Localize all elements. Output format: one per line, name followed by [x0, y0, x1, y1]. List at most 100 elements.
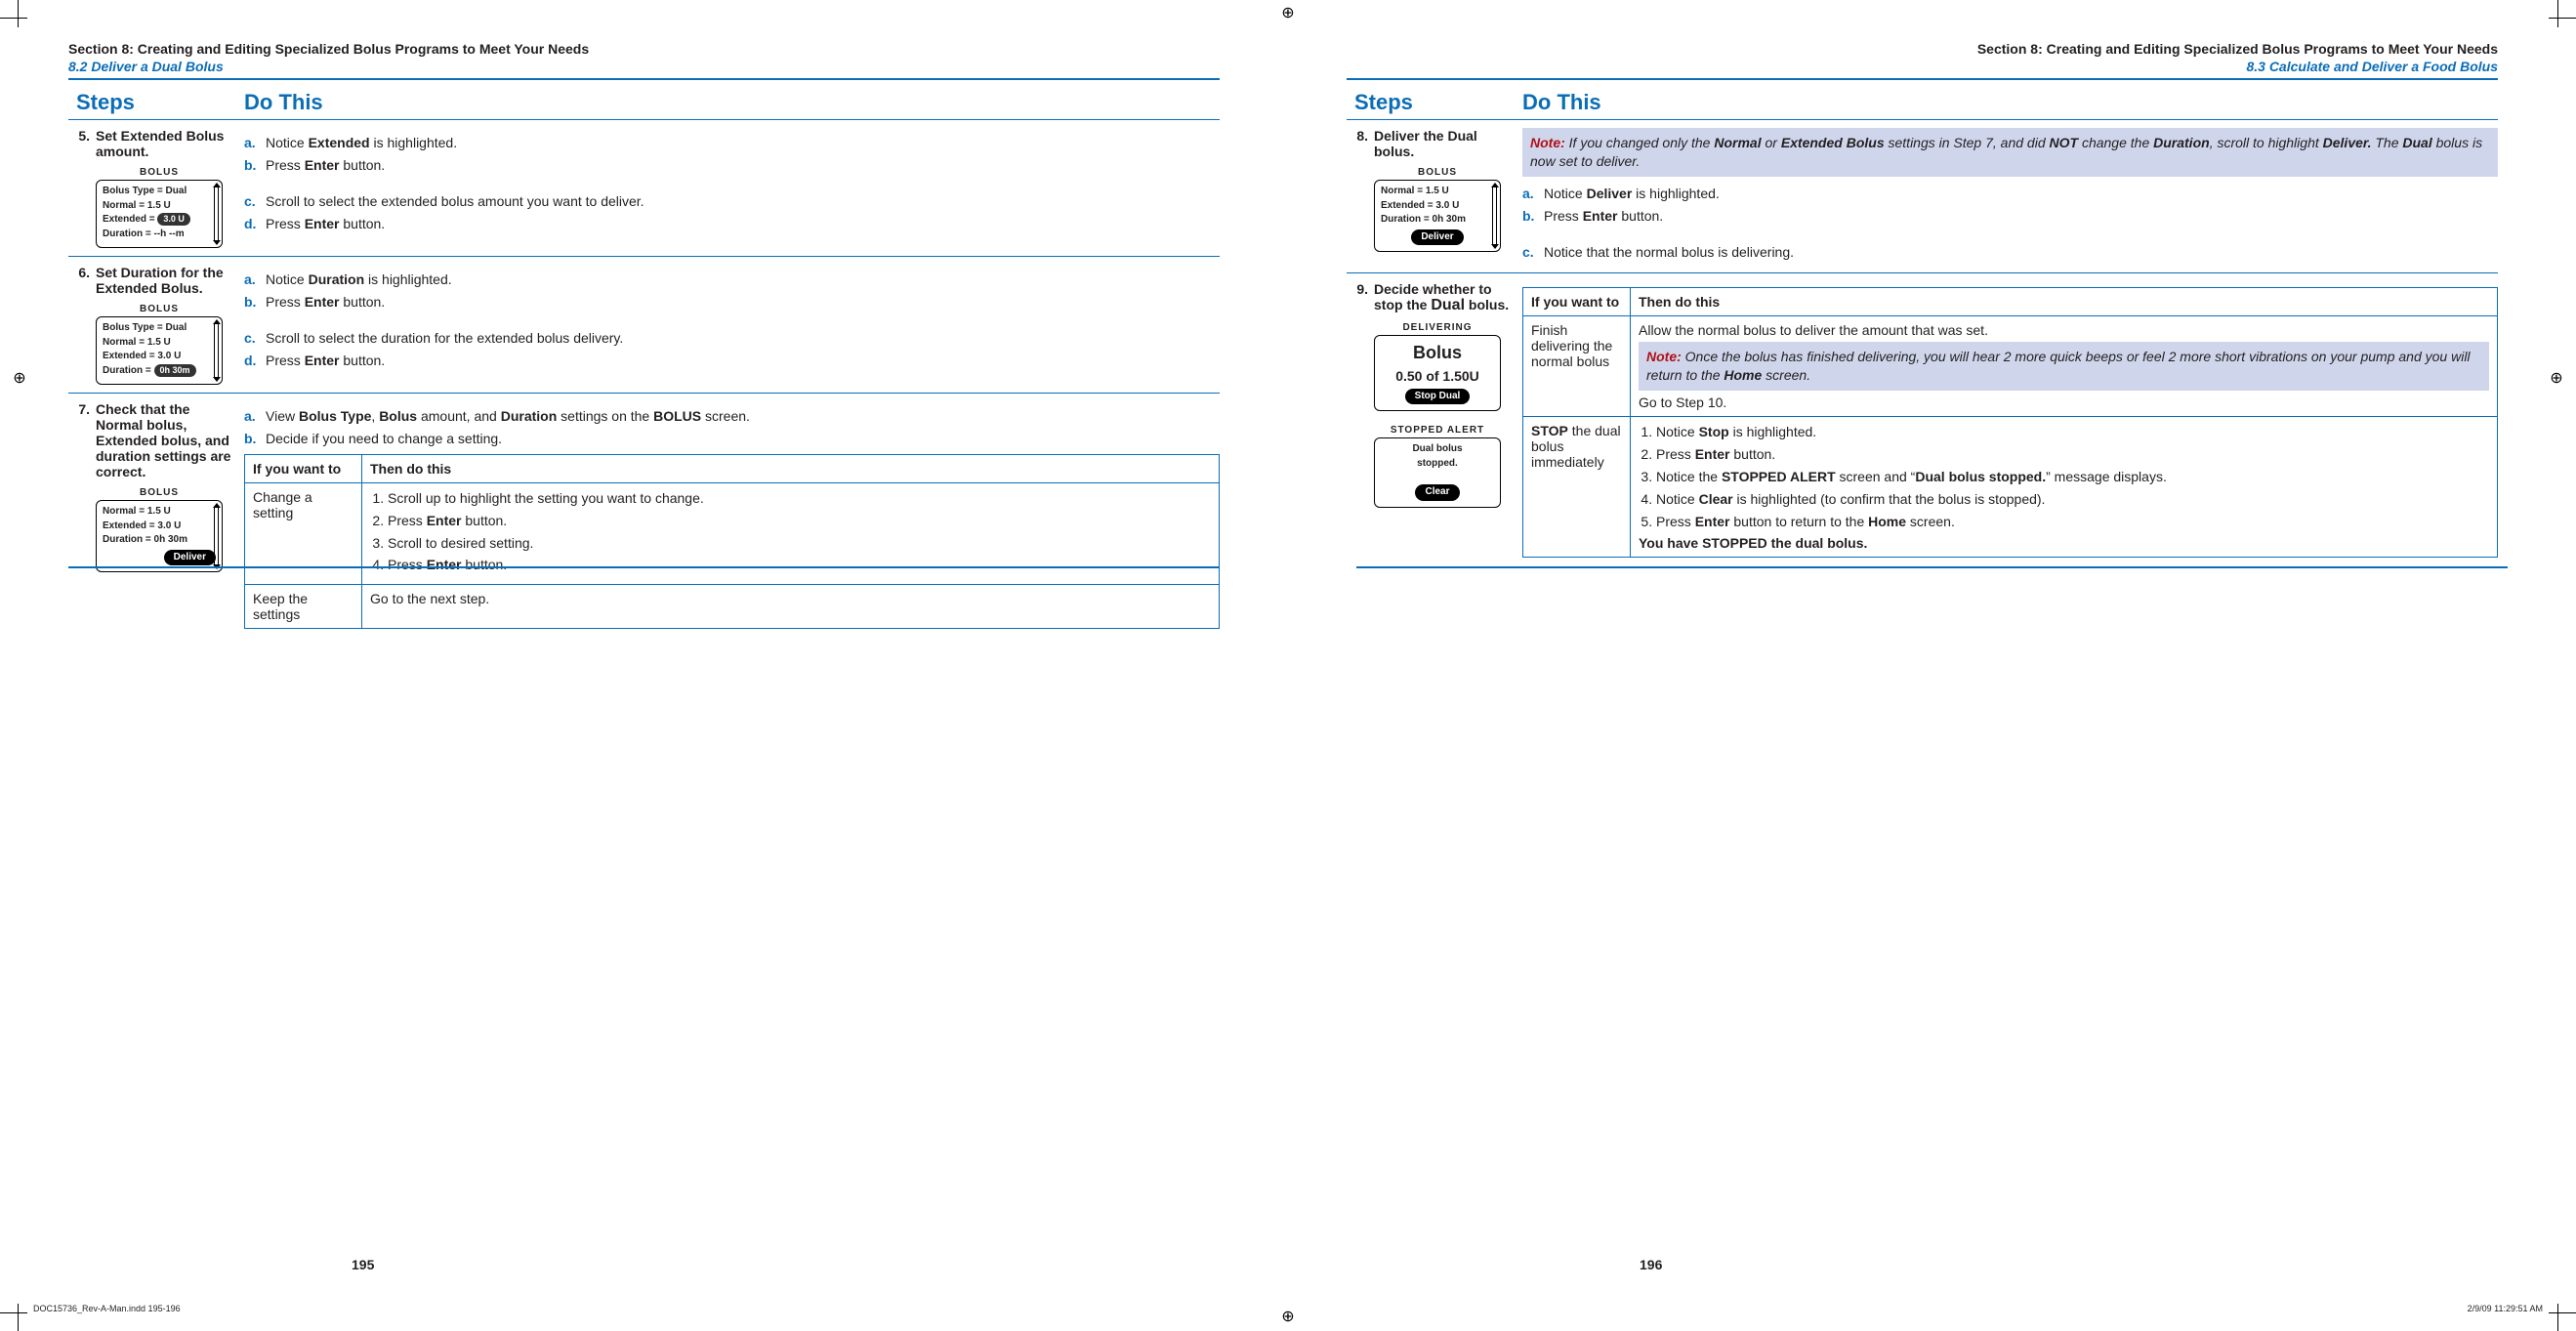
scrollbar-icon — [214, 187, 219, 241]
th-if: If you want to — [1523, 288, 1631, 316]
column-headers: Steps Do This — [68, 84, 1220, 120]
note-text: Once the bolus has finished delivering, … — [1646, 349, 2471, 383]
device-line: Dual bolus — [1381, 442, 1494, 457]
sub-text: Press Enter button. — [266, 293, 1220, 312]
page-number: 196 — [1640, 1257, 1662, 1272]
step-number: 9. — [1347, 279, 1374, 557]
step-label-text: Decide whether to stop the Dual bolus. — [1374, 281, 1509, 312]
device-highlight: 3.0 U — [157, 213, 190, 226]
device-button: Deliver — [1411, 229, 1463, 246]
td-condition: STOP the dual bolus immediately — [1523, 417, 1631, 557]
footer-rule — [68, 566, 1220, 568]
col-steps: Steps — [1347, 90, 1522, 115]
step-number: 8. — [1347, 126, 1374, 265]
device-line: Duration = 0h 30m — [103, 364, 216, 379]
device-title: BOLUS — [96, 487, 223, 498]
col-do-this: Do This — [244, 90, 1220, 115]
step-instructions: Note: If you changed only the Normal or … — [1522, 126, 2498, 265]
note-text: If you changed only the Normal or Extend… — [1530, 135, 2482, 169]
th-then: Then do this — [1631, 288, 2498, 316]
step-label: Decide whether to stop the Dual bolus. D… — [1374, 279, 1522, 557]
page-number: 195 — [352, 1257, 374, 1272]
list-item: Scroll to desired setting. — [388, 534, 1211, 553]
sub-letter: c. — [1522, 243, 1544, 262]
sub-text: Press Enter button. — [266, 156, 1220, 175]
sub-text: Notice that the normal bolus is deliveri… — [1544, 243, 2498, 262]
th-if: If you want to — [245, 454, 362, 482]
list-item: Press Enter button. — [388, 512, 1211, 530]
device-line: Normal = 1.5 U — [1381, 185, 1494, 199]
sub-text: Notice Duration is highlighted. — [266, 270, 1220, 289]
list-item: Scroll up to highlight the setting you w… — [388, 489, 1211, 508]
list-item: Notice the STOPPED ALERT screen and “Dua… — [1656, 468, 2489, 486]
sub-letter: c. — [244, 192, 266, 211]
sub-letter: b. — [1522, 207, 1544, 226]
step-label-text: Set Duration for the Extended Bolus. — [96, 265, 224, 296]
list-item: Press Enter button to return to the Home… — [1656, 513, 2489, 531]
device-title: BOLUS — [96, 304, 223, 314]
sub-text: Press Enter button. — [266, 352, 1220, 370]
step-7: 7. Check that the Normal bolus, Extended… — [68, 394, 1220, 637]
sub-letter: b. — [244, 156, 266, 175]
device-line: 0.50 of 1.50U — [1381, 366, 1494, 386]
sub-letter: b. — [244, 430, 266, 448]
sub-letter: d. — [244, 215, 266, 233]
page-header: Section 8: Creating and Editing Speciali… — [68, 41, 1220, 74]
device-line: Extended = 3.0 U — [103, 520, 216, 534]
subsection-title: 8.2 Deliver a Dual Bolus — [68, 59, 1220, 74]
th-then: Then do this — [362, 454, 1220, 482]
step-instructions: If you want to Then do this Finish deliv… — [1522, 279, 2498, 557]
sub-letter: b. — [244, 293, 266, 312]
sub-letter: a. — [244, 270, 266, 289]
device-title: BOLUS — [1374, 167, 1501, 178]
step-label-text: Deliver the Dual bolus. — [1374, 128, 1477, 159]
sub-letter: a. — [1522, 185, 1544, 203]
device-screen: Normal = 1.5 U Extended = 3.0 U Duration… — [1374, 180, 1501, 252]
sub-text: Press Enter button. — [1544, 207, 2498, 226]
page-spread: ⊕ ⊕ ⊕ ⊕ Section 8: Creating and Editing … — [0, 0, 2576, 1331]
step-label: Set Duration for the Extended Bolus. BOL… — [96, 263, 244, 385]
step-number: 6. — [68, 263, 96, 385]
section-title: Section 8: Creating and Editing Speciali… — [68, 41, 1220, 57]
step-label: Check that the Normal bolus, Extended bo… — [96, 399, 244, 629]
device-screen: Bolus Type = Dual Normal = 1.5 U Extende… — [96, 316, 223, 385]
device-screenshot-delivering: DELIVERING Bolus 0.50 of 1.50U Stop Dual — [1374, 322, 1501, 411]
note-label: Note: — [1530, 135, 1565, 150]
print-timestamp: 2/9/09 11:29:51 AM — [2468, 1304, 2543, 1313]
step-instructions: a.Notice Extended is highlighted. b.Pres… — [244, 126, 1220, 248]
col-steps: Steps — [68, 90, 244, 115]
device-button: Deliver — [164, 550, 216, 566]
sub-text: Notice Deliver is highlighted. — [1544, 185, 2498, 203]
sub-text: View Bolus Type, Bolus amount, and Durat… — [266, 407, 1220, 426]
device-line: Extended = 3.0 U — [103, 213, 216, 228]
device-line: Bolus Type = Dual — [103, 321, 216, 336]
device-title: BOLUS — [96, 167, 223, 178]
scrollbar-icon — [1492, 187, 1497, 245]
action-text: Go to Step 10. — [1639, 395, 2489, 410]
device-button: Clear — [1415, 484, 1459, 501]
scrollbar-icon — [214, 323, 219, 378]
section-title: Section 8: Creating and Editing Speciali… — [1347, 41, 2498, 57]
indd-filename: DOC15736_Rev-A-Man.indd 195-196 — [33, 1304, 181, 1313]
td-condition: Finish delivering the normal bolus — [1523, 316, 1631, 417]
subsection-title: 8.3 Calculate and Deliver a Food Bolus — [1347, 59, 2498, 74]
device-screenshot: BOLUS Normal = 1.5 U Extended = 3.0 U Du… — [1374, 167, 1501, 252]
device-button: Stop Dual — [1405, 389, 1471, 405]
device-screenshot: BOLUS Bolus Type = Dual Normal = 1.5 U E… — [96, 304, 223, 385]
device-screen: Normal = 1.5 U Extended = 3.0 U Duration… — [96, 500, 223, 572]
step-number: 7. — [68, 399, 96, 629]
device-screen: Bolus Type = Dual Normal = 1.5 U Extende… — [96, 180, 223, 248]
device-title: DELIVERING — [1374, 322, 1501, 333]
note-box: Note: Once the bolus has finished delive… — [1639, 342, 2489, 391]
step-label: Deliver the Dual bolus. BOLUS Normal = 1… — [1374, 126, 1522, 265]
header-rule — [68, 78, 1220, 80]
note-label: Note: — [1646, 349, 1682, 364]
col-do-this: Do This — [1522, 90, 2498, 115]
decision-table: If you want to Then do this Change a set… — [244, 454, 1220, 630]
sub-text: Scroll to select the extended bolus amou… — [266, 192, 1220, 211]
sub-text: Notice Extended is highlighted. — [266, 134, 1220, 152]
td-action: Scroll up to highlight the setting you w… — [362, 482, 1220, 585]
scrollbar-icon — [214, 507, 219, 565]
device-screenshot-stopped: STOPPED ALERT Dual bolus stopped. Clear — [1374, 425, 1501, 508]
td-action: Go to the next step. — [362, 585, 1220, 629]
